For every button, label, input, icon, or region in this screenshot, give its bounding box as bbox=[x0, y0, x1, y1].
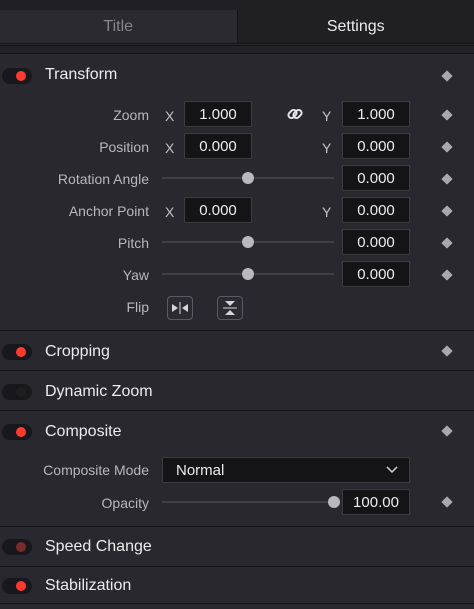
flip-vertical-button[interactable] bbox=[217, 296, 243, 320]
transform-title: Transform bbox=[45, 66, 118, 83]
composite-header[interactable]: Composite bbox=[0, 411, 474, 451]
yaw-label: Yaw bbox=[122, 267, 149, 283]
position-y-axis-label: Y bbox=[322, 140, 332, 156]
position-label: Position bbox=[99, 139, 149, 155]
speed-change-toggle[interactable] bbox=[2, 539, 32, 555]
chevron-down-icon bbox=[386, 466, 398, 474]
anchor-point-y-axis-label: Y bbox=[322, 204, 332, 220]
pitch-label: Pitch bbox=[117, 235, 149, 251]
flip-horizontal-button[interactable] bbox=[167, 296, 193, 320]
slider-thumb[interactable] bbox=[242, 172, 254, 184]
rotation-angle-keyframe-icon[interactable] bbox=[441, 173, 453, 185]
zoom-label: Zoom bbox=[113, 107, 149, 123]
composite-toggle[interactable] bbox=[2, 424, 32, 440]
pitch-field[interactable]: 0.000 bbox=[342, 229, 410, 255]
anchor-point-keyframe-icon[interactable] bbox=[441, 205, 453, 217]
anchor-point-x-axis-label: X bbox=[165, 204, 175, 220]
position-keyframe-icon[interactable] bbox=[441, 141, 453, 153]
toggle-dot bbox=[16, 387, 26, 397]
flip-horizontal-icon bbox=[172, 302, 188, 314]
flip-vertical-icon bbox=[223, 301, 237, 315]
transform-header[interactable]: Transform bbox=[0, 56, 474, 96]
stabilization-header[interactable]: Stabilization bbox=[0, 567, 474, 607]
yaw-slider[interactable] bbox=[162, 268, 334, 280]
anchor-point-y-field[interactable]: 0.000 bbox=[342, 197, 410, 223]
dynamic-zoom-title: Dynamic Zoom bbox=[45, 383, 153, 400]
yaw-field[interactable]: 0.000 bbox=[342, 261, 410, 287]
composite-title: Composite bbox=[45, 423, 122, 440]
anchor-point-x-field[interactable]: 0.000 bbox=[184, 197, 252, 223]
pitch-keyframe-icon[interactable] bbox=[441, 237, 453, 249]
dynamic-zoom-header[interactable]: Dynamic Zoom bbox=[0, 371, 474, 411]
opacity-field[interactable]: 100.00 bbox=[342, 489, 410, 515]
tab-title[interactable]: Title bbox=[0, 10, 238, 43]
divider bbox=[0, 603, 474, 604]
transform-toggle[interactable] bbox=[2, 68, 32, 84]
speed-change-header[interactable]: Speed Change bbox=[0, 527, 474, 567]
composite-mode-label: Composite Mode bbox=[43, 462, 149, 478]
anchor-point-label: Anchor Point bbox=[68, 203, 149, 219]
rotation-angle-label: Rotation Angle bbox=[57, 171, 149, 187]
opacity-slider[interactable] bbox=[162, 496, 340, 508]
composite-mode-value: Normal bbox=[176, 462, 225, 479]
section-separator bbox=[0, 45, 474, 54]
composite-mode-dropdown[interactable]: Normal bbox=[162, 457, 410, 483]
rotation-angle-slider[interactable] bbox=[162, 172, 334, 184]
opacity-keyframe-icon[interactable] bbox=[441, 496, 453, 508]
dynamic-zoom-toggle[interactable] bbox=[2, 384, 32, 400]
zoom-x-axis-label: X bbox=[165, 108, 175, 124]
speed-change-title: Speed Change bbox=[45, 538, 152, 555]
toggle-dot bbox=[16, 347, 26, 357]
toggle-dot bbox=[16, 581, 26, 591]
stabilization-toggle[interactable] bbox=[2, 578, 32, 594]
zoom-y-axis-label: Y bbox=[322, 108, 332, 124]
position-x-axis-label: X bbox=[165, 140, 175, 156]
zoom-x-field[interactable]: 1.000 bbox=[184, 101, 252, 127]
link-icon[interactable] bbox=[286, 105, 304, 123]
position-x-field[interactable]: 0.000 bbox=[184, 133, 252, 159]
tab-bar: Title Settings bbox=[0, 10, 474, 44]
toggle-dot bbox=[16, 71, 26, 81]
cropping-toggle[interactable] bbox=[2, 344, 32, 360]
slider-thumb[interactable] bbox=[328, 496, 340, 508]
cropping-header[interactable]: Cropping bbox=[0, 331, 474, 371]
tab-settings[interactable]: Settings bbox=[237, 10, 474, 43]
rotation-angle-field[interactable]: 0.000 bbox=[342, 165, 410, 191]
zoom-keyframe-icon[interactable] bbox=[441, 109, 453, 121]
flip-label: Flip bbox=[126, 299, 149, 315]
stabilization-title: Stabilization bbox=[45, 577, 132, 594]
opacity-label: Opacity bbox=[101, 495, 149, 511]
slider-thumb[interactable] bbox=[242, 268, 254, 280]
toggle-dot bbox=[16, 542, 26, 552]
toggle-dot bbox=[16, 427, 26, 437]
pitch-slider[interactable] bbox=[162, 236, 334, 248]
top-bar bbox=[0, 0, 474, 10]
cropping-title: Cropping bbox=[45, 343, 110, 360]
position-y-field[interactable]: 0.000 bbox=[342, 133, 410, 159]
yaw-keyframe-icon[interactable] bbox=[441, 269, 453, 281]
zoom-y-field[interactable]: 1.000 bbox=[342, 101, 410, 127]
slider-thumb[interactable] bbox=[242, 236, 254, 248]
